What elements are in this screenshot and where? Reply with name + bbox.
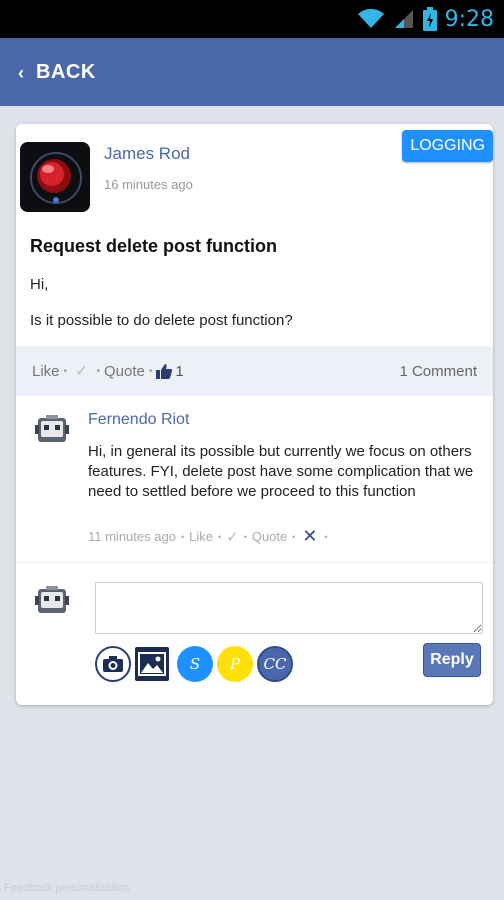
robot-avatar-icon — [35, 586, 69, 613]
separator-dot: • — [292, 531, 296, 542]
back-label: BACK — [36, 60, 96, 83]
post-actions: Like • ✓ • Quote • 1 1 Comment — [16, 346, 493, 396]
comments-count[interactable]: 1 Comment — [399, 363, 477, 380]
clock: 9:28 — [444, 6, 494, 32]
likes-count[interactable]: 1 — [156, 362, 184, 380]
chevron-left-icon: ‹ — [18, 62, 24, 83]
camera-button[interactable] — [95, 646, 131, 682]
comment-text: Hi, in general its possible but currentl… — [88, 443, 474, 500]
post-body-line: Is it possible to do delete post functio… — [30, 312, 293, 329]
post-title: Request delete post function — [30, 236, 278, 256]
sticker-p-button[interactable]: P — [217, 646, 253, 682]
image-button[interactable] — [135, 647, 169, 681]
thumbs-up-icon — [156, 363, 173, 379]
wifi-icon — [357, 8, 384, 28]
separator-dot: • — [217, 531, 222, 542]
post-timestamp: 16 minutes ago — [104, 177, 193, 192]
separator-dot: • — [63, 365, 68, 377]
separator-dot: • — [148, 365, 153, 377]
comment-like-link[interactable]: Like — [189, 529, 213, 544]
battery-icon — [422, 7, 437, 31]
author-avatar[interactable] — [20, 142, 90, 212]
author-name[interactable]: James Rod — [104, 144, 190, 164]
back-button[interactable]: ‹ BACK — [0, 38, 504, 106]
post-body-line: Hi, — [30, 276, 49, 293]
check-icon: ✓ — [226, 528, 239, 546]
robot-avatar-icon — [35, 415, 69, 442]
reply-button[interactable]: Reply — [423, 643, 481, 677]
status-bar: 9:28 — [0, 0, 504, 38]
separator-dot: • — [180, 531, 185, 542]
watermark-text: Feedback personalization — [4, 882, 130, 894]
commenter-name[interactable]: Fernendo Riot — [88, 411, 189, 429]
separator-dot: • — [243, 531, 247, 542]
comment-timestamp: 11 minutes ago — [88, 529, 176, 544]
check-icon: ✓ — [75, 363, 89, 380]
current-user-avatar — [34, 582, 70, 618]
image-icon — [138, 652, 166, 676]
sticker-cc-button[interactable]: CC — [257, 646, 293, 682]
signal-icon — [394, 10, 413, 28]
post-card: James Rod 16 minutes ago LOGGING Request… — [16, 124, 493, 705]
separator-dot: • — [324, 531, 328, 542]
comment-quote-link[interactable]: Quote — [252, 529, 287, 544]
camera-icon — [103, 656, 123, 672]
delete-comment-icon[interactable]: ✕ — [302, 526, 317, 547]
robot-eye-avatar-icon — [20, 142, 90, 212]
commenter-avatar[interactable] — [34, 411, 70, 447]
reply-input[interactable] — [95, 582, 483, 634]
divider — [16, 562, 493, 563]
quote-link[interactable]: Quote — [104, 363, 145, 380]
category-badge[interactable]: LOGGING — [402, 130, 493, 162]
separator-dot: • — [96, 365, 100, 377]
sticker-s-button[interactable]: S — [177, 646, 213, 682]
like-link[interactable]: Like — [32, 363, 60, 380]
comment-meta: 11 minutes ago • Like • ✓ • Quote • ✕ • — [88, 526, 333, 547]
likes-number: 1 — [175, 362, 184, 380]
